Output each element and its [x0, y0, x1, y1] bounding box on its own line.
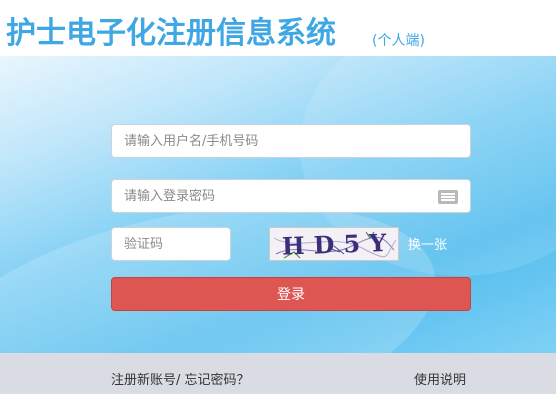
forgot-password-link[interactable]: 忘记密码？	[180, 373, 250, 388]
header: 护士电子化注册信息系统 (个人端)	[0, 0, 556, 56]
password-field-container	[111, 179, 471, 213]
username-input[interactable]	[112, 125, 470, 157]
captcha-input[interactable]	[112, 228, 230, 260]
password-input[interactable]	[112, 180, 470, 212]
help-link[interactable]: 使用说明	[414, 369, 466, 388]
register-link[interactable]: 注册新账号/	[111, 373, 180, 388]
captcha-graphic: HD5Y	[273, 228, 397, 261]
login-panel: HD5Y 换一张 登录	[0, 56, 556, 353]
app-title: 护士电子化注册信息系统	[6, 16, 336, 51]
footer: 注册新账号/ 忘记密码？ 使用说明	[0, 353, 556, 394]
refresh-captcha-link[interactable]: 换一张	[408, 234, 447, 253]
login-button[interactable]: 登录	[111, 277, 471, 311]
keyboard-icon[interactable]	[438, 190, 458, 204]
captcha-image[interactable]: HD5Y	[269, 227, 399, 261]
captcha-field-container	[111, 227, 231, 261]
username-field-container	[111, 124, 471, 158]
captcha-text: HD5Y	[281, 228, 395, 260]
footer-links: 注册新账号/ 忘记密码？	[111, 369, 250, 388]
app-subtitle: (个人端)	[372, 33, 425, 49]
